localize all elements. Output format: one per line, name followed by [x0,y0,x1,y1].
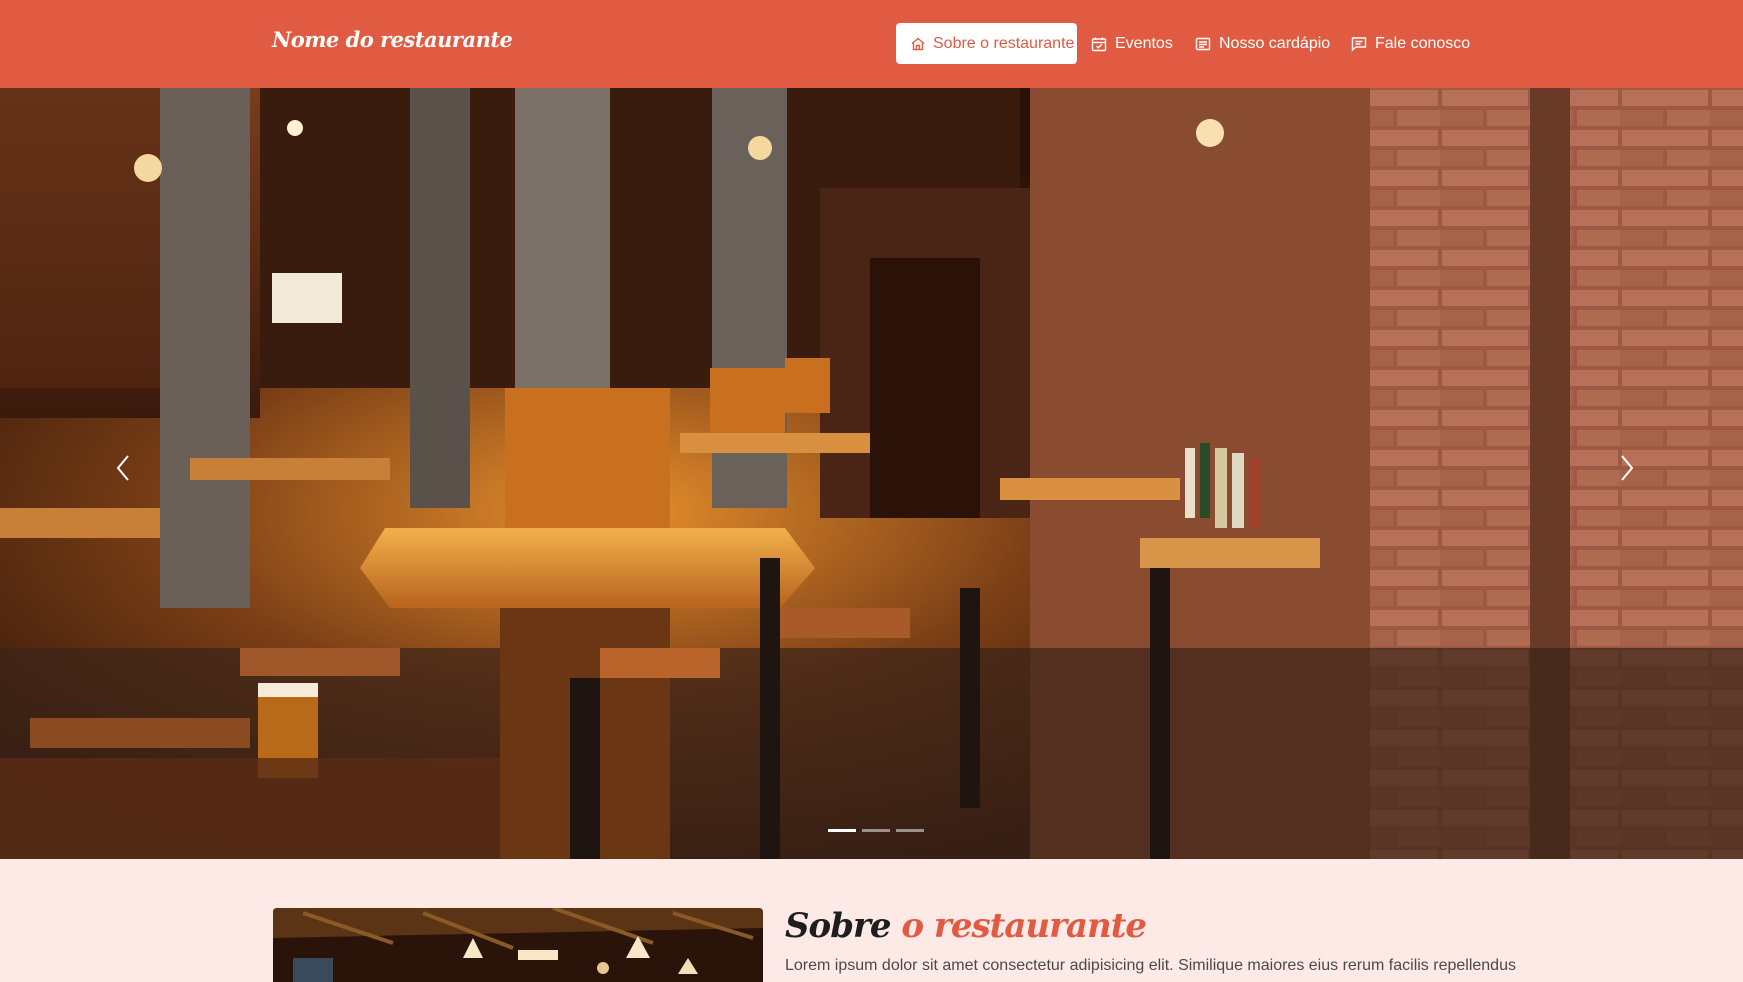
carousel-indicator-3[interactable] [896,829,924,832]
about-restaurant-image [273,908,763,982]
nav-item-nosso-cardapio[interactable]: Nosso cardápio [1194,23,1330,64]
calendar-check-icon [1090,35,1108,53]
chevron-left-icon [116,455,129,481]
about-description: Lorem ipsum dolor sit amet consectetur a… [785,957,1516,974]
brand-logo[interactable]: Nome do restaurante [272,27,513,52]
about-title-part1: Sobre [785,906,892,946]
top-navbar: Nome do restaurante Sobre o restaurante … [0,0,1743,88]
nav-item-fale-conosco[interactable]: Fale conosco [1350,23,1470,64]
nav-item-sobre-o-restaurante[interactable]: Sobre o restaurante [896,23,1077,64]
carousel-next-button[interactable] [1606,448,1646,488]
about-title-part2: o restaurante [901,906,1147,946]
carousel-indicator-2[interactable] [862,829,890,832]
chevron-right-icon [1621,455,1634,481]
nav-item-label: Nosso cardápio [1219,34,1331,52]
nav-item-label: Eventos [1115,34,1173,52]
carousel-indicators [828,829,924,832]
carousel-indicator-1[interactable] [828,829,856,832]
nav-item-eventos[interactable]: Eventos [1090,23,1173,64]
restaurant-interior-image [0,88,1743,859]
hero-carousel [0,88,1743,859]
home-icon [910,35,926,53]
chat-icon [1350,35,1368,53]
menu-card-icon [1194,35,1212,53]
about-title: Sobre o restaurante [785,906,1147,946]
nav-item-label: Fale conosco [1375,34,1471,52]
nav-item-label: Sobre o restaurante [933,34,1075,52]
carousel-prev-button[interactable] [104,448,144,488]
